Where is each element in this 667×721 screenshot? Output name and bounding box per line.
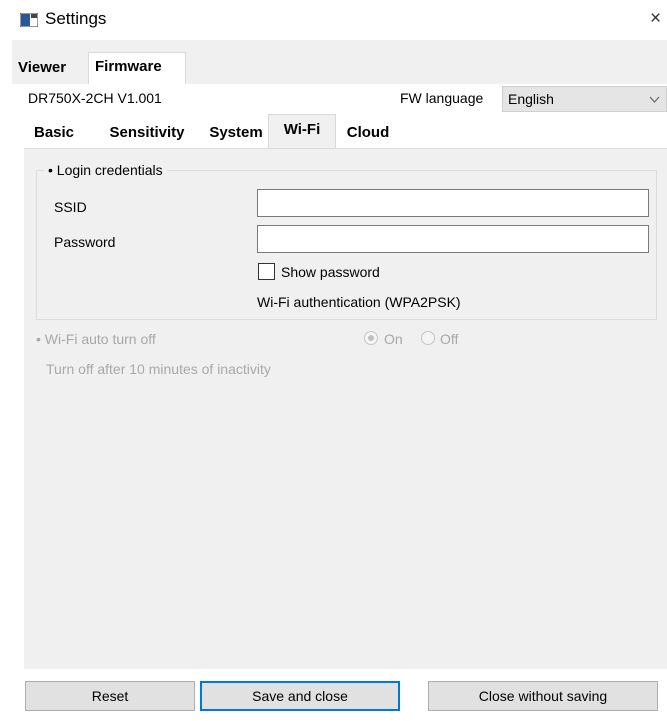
wifi-authentication-text: Wi-Fi authentication (WPA2PSK) (257, 294, 461, 310)
tab-sensitivity[interactable]: Sensitivity (90, 118, 204, 148)
password-input[interactable] (257, 225, 649, 253)
auto-off-on-radio[interactable] (364, 331, 378, 345)
tab-cloud[interactable]: Cloud (338, 118, 398, 148)
show-password-checkbox[interactable] (258, 263, 275, 280)
ssid-input[interactable] (257, 189, 649, 217)
auto-off-description: Turn off after 10 minutes of inactivity (46, 361, 271, 377)
close-without-saving-button[interactable]: Close without saving (428, 681, 658, 711)
settings-window-icon (20, 13, 38, 27)
login-credentials-title: • Login credentials (44, 162, 167, 178)
chevron-down-icon (649, 96, 660, 103)
auto-off-off-radio[interactable] (421, 331, 435, 345)
auto-off-on-label: On (384, 331, 403, 347)
fw-language-label: FW language (400, 90, 484, 106)
tab-basic[interactable]: Basic (24, 118, 84, 148)
window-title: Settings (45, 9, 107, 28)
auto-off-off-label: Off (440, 331, 459, 347)
password-label: Password (54, 234, 116, 250)
tab-wifi[interactable]: Wi-Fi (268, 114, 336, 148)
title-bar: Settings × (0, 0, 667, 40)
tab-viewer[interactable]: Viewer (12, 54, 86, 84)
close-icon[interactable]: × (650, 8, 661, 30)
reset-button[interactable]: Reset (25, 681, 195, 711)
device-model-version: DR750X-2CH V1.001 (28, 90, 162, 106)
ssid-label: SSID (54, 199, 87, 215)
fw-language-value: English (508, 91, 554, 107)
show-password-label: Show password (281, 264, 380, 280)
tab-system[interactable]: System (204, 118, 268, 148)
wifi-auto-turn-off-title: • Wi-Fi auto turn off (36, 331, 156, 347)
save-and-close-button[interactable]: Save and close (200, 681, 400, 711)
fw-language-select[interactable]: English (502, 86, 667, 112)
tab-firmware[interactable]: Firmware (88, 52, 186, 84)
